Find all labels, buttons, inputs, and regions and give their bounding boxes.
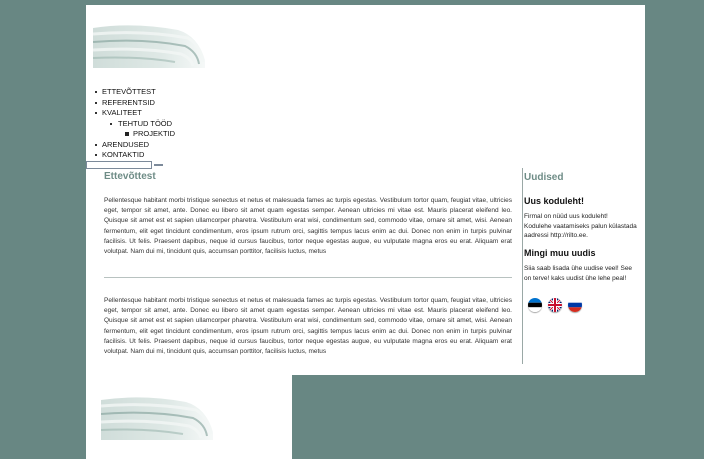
search-input[interactable] — [86, 161, 152, 169]
content-paragraph: Pellentesque habitant morbi tristique se… — [104, 297, 512, 356]
nav-item-kvaliteet[interactable]: KVALITEET — [95, 108, 175, 119]
nav-subitem-tehtud-tood[interactable]: TEHTUD TÖÖD — [95, 119, 175, 130]
footer-logo-image — [101, 397, 213, 440]
nav-item-referentsid[interactable]: REFERENTSID — [95, 98, 175, 109]
nav-item-arendused[interactable]: ARENDUSED — [95, 140, 175, 151]
page-title: Ettevõttest — [104, 171, 156, 182]
russian-flag-icon[interactable] — [568, 298, 582, 312]
news-item-text: Firmal on nüüd uus koduleht! Kodulehe va… — [524, 213, 637, 239]
search-button[interactable] — [154, 164, 163, 166]
news-heading: Uudised — [524, 172, 564, 183]
nav-item-kontaktid[interactable]: KONTAKTID — [95, 150, 175, 161]
news-item-title: Uus koduleht! — [524, 196, 584, 206]
content-divider — [104, 277, 512, 278]
nav-item-ettevottest[interactable]: ETTEVÕTTEST — [95, 87, 175, 98]
content-paragraph: Pellentesque habitant morbi tristique se… — [104, 197, 512, 256]
british-flag-icon[interactable] — [548, 298, 562, 312]
nav-subitem-projektid[interactable]: PROJEKTID — [95, 129, 175, 140]
main-navigation: ETTEVÕTTEST REFERENTSID KVALITEET TEHTUD… — [95, 87, 175, 161]
logo-image — [93, 25, 205, 68]
estonian-flag-icon[interactable] — [528, 298, 542, 312]
news-item-title: Mingi muu uudis — [524, 248, 596, 258]
sidebar-divider — [522, 168, 523, 364]
news-item-text: Siia saab lisada ühe uudise veel! See on… — [524, 265, 633, 282]
